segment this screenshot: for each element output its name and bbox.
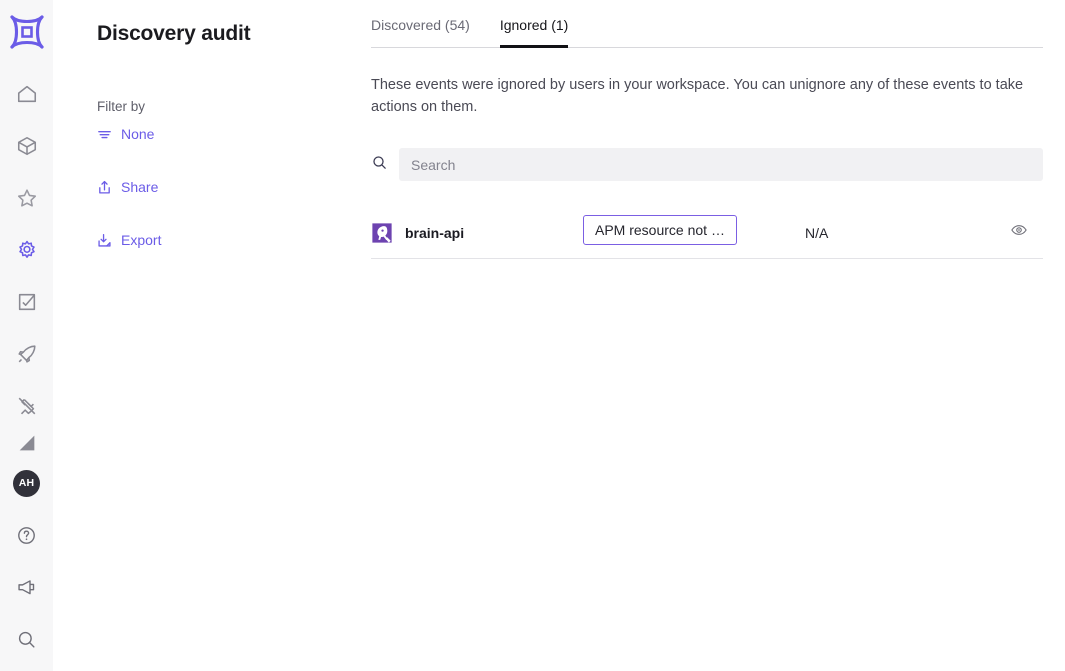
star-burst-logo-icon	[8, 13, 46, 56]
rail-item-favorites[interactable]	[0, 172, 53, 224]
help-circle-icon	[16, 525, 37, 546]
eye-icon	[1010, 221, 1028, 244]
filter-icon	[97, 127, 112, 142]
app-logo[interactable]	[0, 0, 53, 68]
chart-icon	[16, 432, 38, 452]
avatar-initials: AH	[13, 469, 40, 497]
unignore-button[interactable]	[999, 221, 1039, 244]
check-square-icon	[16, 291, 38, 313]
rail-item-announcements[interactable]	[0, 561, 53, 613]
filter-by-control[interactable]: None	[97, 126, 154, 142]
share-icon	[97, 180, 112, 195]
filter-value-label: None	[121, 126, 155, 142]
rail-item-settings[interactable]	[0, 224, 53, 276]
main-content: Discovered (54) Ignored (1) These events…	[360, 0, 1065, 671]
download-icon	[97, 233, 112, 248]
rail-primary-list	[0, 68, 53, 452]
export-button[interactable]: Export	[97, 232, 161, 248]
row-name-label: brain-api	[405, 224, 465, 241]
app-root: AH Discovery audit Filter by None Share …	[0, 0, 1065, 671]
star-icon	[16, 187, 38, 209]
ignored-events-table: brain-api APM resource not … N/A	[371, 207, 1043, 259]
search-icon	[16, 629, 37, 650]
tab-description: These events were ignored by users in yo…	[371, 77, 1024, 115]
home-icon	[16, 83, 38, 105]
tab-discovered[interactable]: Discovered (54)	[371, 17, 470, 47]
cube-icon	[16, 135, 38, 157]
search-icon[interactable]	[371, 154, 388, 176]
rail-item-catalog[interactable]	[0, 120, 53, 172]
user-avatar[interactable]: AH	[0, 457, 53, 509]
export-label: Export	[121, 232, 162, 248]
row-name-cell: brain-api	[371, 221, 583, 244]
rail-item-analytics[interactable]	[0, 432, 53, 452]
search-row	[371, 148, 1043, 181]
datadog-logo-icon	[371, 221, 393, 244]
row-tag-cell: APM resource not …	[583, 215, 793, 250]
filter-by-label: Filter by	[97, 99, 146, 114]
share-label: Share	[121, 179, 159, 195]
rail-item-help[interactable]	[0, 509, 53, 561]
rail-item-tasks[interactable]	[0, 276, 53, 328]
page-title: Discovery audit	[97, 22, 251, 45]
icon-rail: AH	[0, 0, 53, 671]
megaphone-icon	[16, 577, 37, 598]
row-tag-chip[interactable]: APM resource not …	[583, 215, 737, 245]
share-button[interactable]: Share	[97, 179, 158, 195]
rocket-icon	[16, 343, 38, 365]
rail-item-home[interactable]	[0, 68, 53, 120]
rail-item-launch[interactable]	[0, 328, 53, 380]
row-value-label: N/A	[805, 224, 829, 241]
left-panel: Discovery audit Filter by None Share Exp…	[53, 0, 360, 671]
tab-bar: Discovered (54) Ignored (1)	[371, 17, 1043, 48]
rail-item-global-search[interactable]	[0, 613, 53, 665]
table-row: brain-api APM resource not … N/A	[371, 207, 1043, 259]
gear-icon	[16, 239, 38, 261]
rail-bottom-list: AH	[0, 457, 53, 671]
plug-icon	[16, 395, 38, 417]
tab-ignored[interactable]: Ignored (1)	[499, 17, 569, 48]
rail-item-integrations[interactable]	[0, 380, 53, 432]
search-input[interactable]	[399, 148, 1043, 181]
